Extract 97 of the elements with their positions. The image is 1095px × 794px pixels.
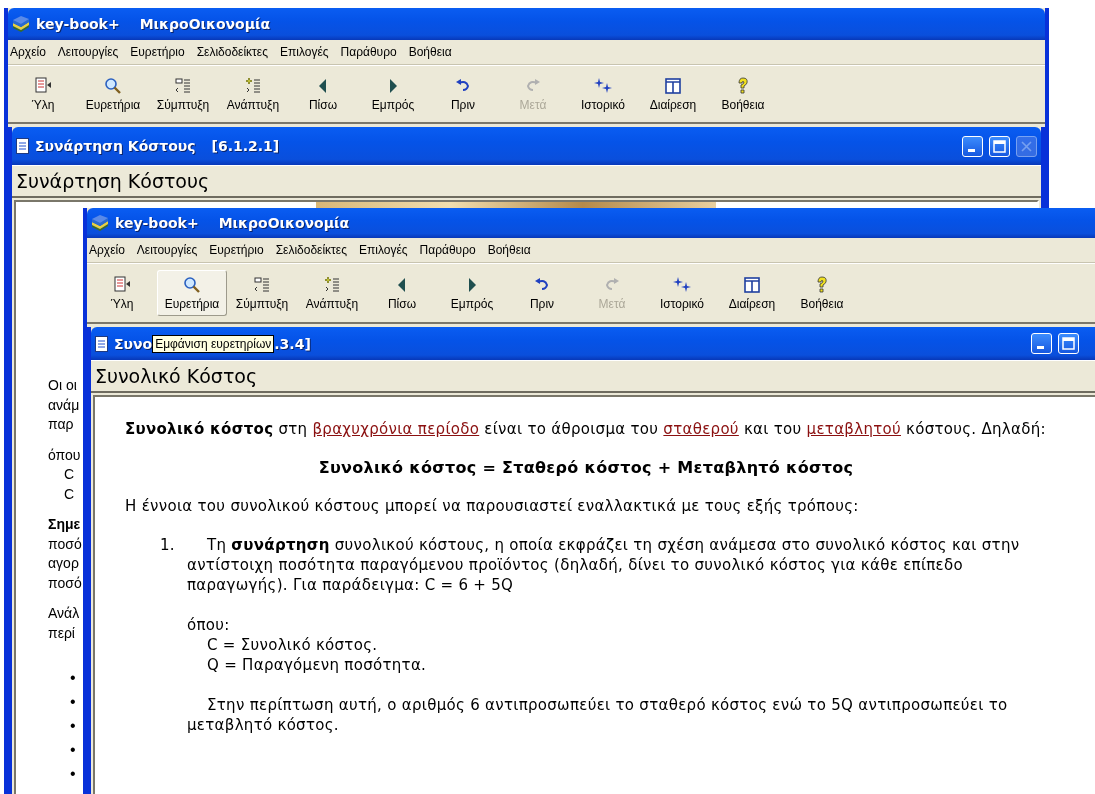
minimize-button[interactable] [1031, 333, 1052, 354]
maximize-icon [1062, 337, 1075, 350]
books-icon [12, 15, 30, 33]
bullet: • [70, 716, 76, 735]
text-line: Οι οι [48, 376, 77, 395]
menu-item[interactable]: Λειτουργίες [55, 45, 125, 59]
text-line: C [64, 465, 75, 484]
contents-icon [34, 76, 52, 95]
text-line: παρ [48, 415, 74, 434]
menu-item[interactable]: Αρχείο [8, 45, 52, 59]
columns-icon [664, 76, 682, 95]
tooltip: Εμφάνιση ευρετηρίων [152, 334, 275, 353]
definition-line: Q = Παραγόμενη ποσότητα. [207, 655, 427, 675]
text-line: ποσό [48, 573, 82, 593]
search-icon [183, 275, 201, 294]
text-line: Ανάλ [48, 604, 80, 623]
menu-item[interactable]: Σελιδοδείκτες [194, 45, 274, 59]
text-link[interactable]: μεταβλητού [806, 420, 901, 438]
menu-item[interactable]: Επιλογές [278, 45, 335, 59]
definition-line: C = Συνολικό κόστος. [207, 635, 378, 655]
list-item-text: Τη συνάρτηση συνολικού κόστους, η οποία εκφράζει τη σχέση ανάμεσα στο συνολικό κόστος και στην αντίστοιχη ποσότητα παραγόμενου προϊόντος (δηλαδή, δίνει το συνολικό κόστος για κάθε επίπεδο παραγωγής). Για παράδειγμα: C = 6 + 5Q [187, 535, 1021, 595]
minimize-icon [967, 148, 975, 152]
menu-item[interactable]: Λειτουργίες [134, 243, 204, 257]
columns-icon [743, 275, 761, 294]
toolbar-button[interactable]: Ιστορικό [647, 270, 717, 316]
text-line: αγορ [48, 554, 79, 573]
maximize-button[interactable] [989, 135, 1010, 157]
toolbar-button[interactable]: Πριν [507, 270, 577, 316]
paragraph: Η έννοια του συνολικού κόστους μπορεί να παρουσιαστεί εναλλακτικά με τους εξής τρόπους: [125, 496, 860, 516]
toolbar-button[interactable]: Εμπρός [358, 71, 428, 117]
toolbar-button[interactable]: Πίσω [288, 71, 358, 117]
bullet: • [70, 692, 76, 711]
minimize-button[interactable] [962, 135, 983, 157]
menu-item[interactable]: Παράθυρο [338, 45, 403, 59]
window-title: Συνάρτηση Κόστους [35, 138, 196, 154]
toolbar-button[interactable]: Σύμπτυξη [227, 270, 297, 316]
search-icon [104, 76, 122, 95]
expand-icon [244, 76, 262, 95]
minimize-icon [1036, 346, 1044, 349]
menu-item[interactable]: Ευρετήριο [128, 45, 191, 59]
menu-item[interactable]: Παράθυρο [417, 243, 482, 257]
toolbar-button[interactable]: Ανάπτυξη [218, 71, 288, 117]
bullet: • [70, 764, 76, 783]
list-number: 1. [160, 535, 176, 556]
toolbar-button[interactable]: Σύμπτυξη [148, 71, 218, 117]
toolbar-button[interactable]: Διαίρεση [638, 71, 708, 117]
toolbar-button[interactable]: Ιστορικό [568, 71, 638, 117]
document-icon [95, 335, 108, 352]
topic-heading: Συνάρτηση Κόστους [12, 165, 1041, 198]
bullet: • [70, 740, 76, 759]
toolbar-button[interactable]: Ύλη [87, 270, 157, 316]
contents-icon [113, 275, 131, 294]
text-line: C [64, 484, 75, 504]
collapse-icon [174, 76, 192, 95]
toolbar-button[interactable]: Πριν [428, 71, 498, 117]
paragraph: Συνολικό κόστος στη βραχυχρόνια περίοδο είναι το άθροισμα του σταθερού και του μεταβλητού κόστους. Δηλαδή: [125, 419, 1047, 439]
section-number: [6.1.2.1] [211, 138, 280, 154]
toolbar-button[interactable]: Βοήθεια [787, 270, 857, 316]
toolbar-button[interactable]: Ύλη [8, 71, 78, 117]
toolbar-button[interactable]: Διαίρεση [717, 270, 787, 316]
app-name: key-book+ [115, 215, 199, 231]
toolbar-button[interactable]: Πίσω [367, 270, 437, 316]
formula: Συνολικό κόστος = Σταθερό κόστος + Μεταβλητό κόστος [317, 458, 855, 477]
menu-item[interactable]: Σελιδοδείκτες [273, 243, 353, 257]
text-line: περί [48, 623, 75, 643]
books-icon [91, 214, 109, 232]
text-line: ποσό [48, 534, 82, 554]
maximize-button[interactable] [1058, 333, 1079, 354]
document-icon [16, 138, 29, 154]
bullet: • [70, 668, 76, 687]
window-title: ΜικροΟικονομία [218, 215, 350, 231]
paragraph: Στην περίπτωση αυτή, ο αριθμός 6 αντιπροσωπεύει το σταθερό κόστος ενώ το 5Q αντιπροσωπεύει το μεταβλητό κόστος. [187, 695, 1009, 735]
topic-heading: Συνολικό Κόστος [91, 360, 1095, 393]
toolbar-button[interactable]: Ανάπτυξη [297, 270, 367, 316]
toolbar-button[interactable]: Ευρετήρια [78, 71, 148, 117]
where-label: όπου: [187, 615, 230, 635]
menu-item[interactable]: Επιλογές [357, 243, 414, 257]
toolbar-button[interactable]: Ευρετήρια [157, 270, 227, 316]
toolbar-button[interactable]: Εμπρός [437, 270, 507, 316]
close-icon [1021, 140, 1032, 152]
window-title: Συνο [114, 335, 153, 352]
window-title: ΜικροΟικονομία [139, 16, 271, 32]
app-name: key-book+ [36, 16, 120, 32]
text-line: Σημε [48, 515, 81, 534]
menu-item[interactable]: Αρχείο [87, 243, 131, 257]
collapse-icon [253, 275, 271, 294]
text-link[interactable]: σταθερού [663, 420, 739, 438]
menu-item[interactable]: Ευρετήριο [207, 243, 270, 257]
section-number: .3.4] [274, 335, 311, 352]
menu-item[interactable]: Βοήθεια [406, 45, 458, 59]
menu-item[interactable]: Βοήθεια [485, 243, 537, 257]
maximize-icon [993, 139, 1006, 153]
toolbar-button[interactable]: Βοήθεια [708, 71, 778, 117]
expand-icon [323, 275, 341, 294]
text-line: όπου [48, 445, 81, 465]
text-line: ανάμ [48, 395, 80, 415]
text-link[interactable]: βραχυχρόνια περίοδο [312, 420, 480, 438]
